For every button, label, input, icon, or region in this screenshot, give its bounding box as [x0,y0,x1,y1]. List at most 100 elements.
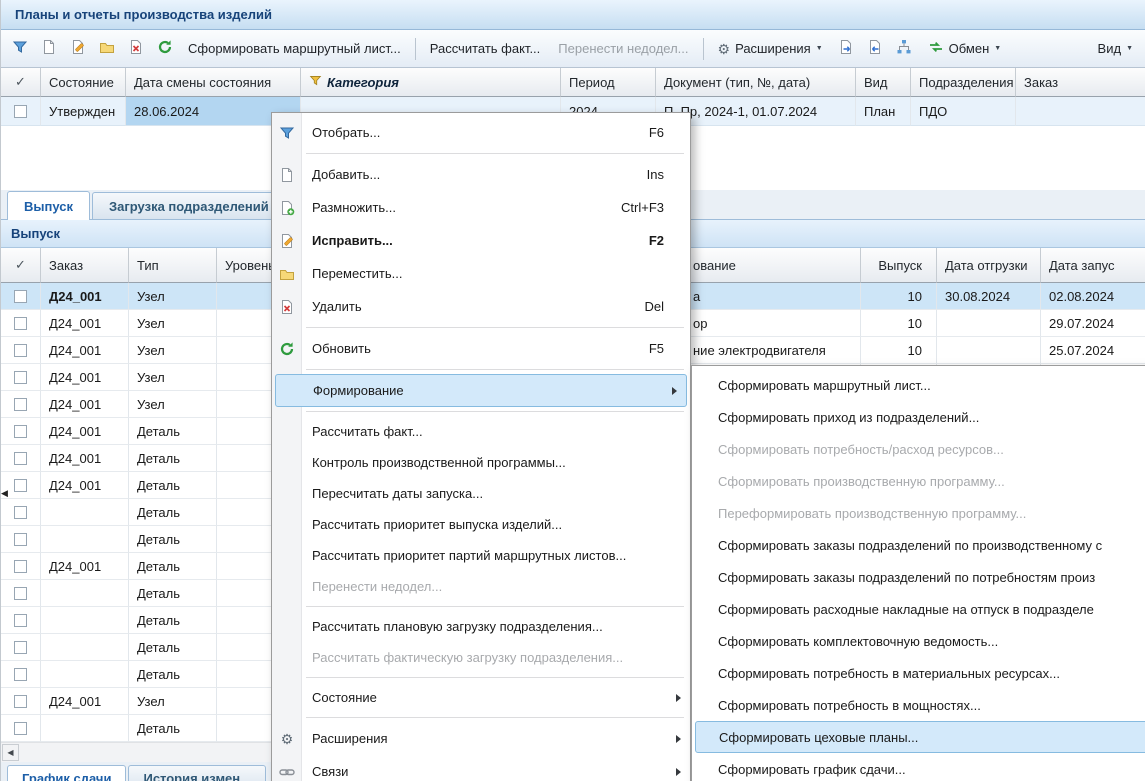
calc-fact-button[interactable]: Рассчитать факт... [422,36,549,62]
submenu-item-komplektovochnaya-vedomost[interactable]: Сформировать комплектовочную ведомость..… [692,625,1145,657]
delete-button[interactable] [122,36,149,62]
select-all-header[interactable]: ✓ [1,68,41,97]
row-checkbox[interactable] [14,587,27,600]
submenu-item-prihod-iz-podrazdeleniy[interactable]: Сформировать приход из подразделений... [692,401,1145,433]
cell-order: Д24_001 [41,310,129,337]
submenu-item-zakazy-po-potrebnostyam[interactable]: Сформировать заказы подразделений по пот… [692,561,1145,593]
refresh-button[interactable] [151,36,178,62]
menu-item-obnovit[interactable]: Обновить F5 [272,332,690,365]
row-checkbox[interactable] [14,695,27,708]
move-button[interactable] [93,36,120,62]
select-all-header[interactable]: ✓ [1,248,41,283]
row-checkbox[interactable] [14,290,27,303]
extensions-button[interactable]: ⚙ Расширения ▼ [710,36,831,62]
cell-order [41,499,129,526]
menu-item-dobavit[interactable]: Добавить... Ins [272,158,690,191]
menu-item-rasshireniya[interactable]: ⚙ Расширения [272,722,690,755]
menu-item-peremestit[interactable]: Переместить... [272,257,690,290]
row-checkbox[interactable] [14,105,27,118]
cell-order: Д24_001 [41,472,129,499]
menu-item-prioritet-partiy[interactable]: Рассчитать приоритет партий маршрутных л… [272,540,690,571]
cell-subdivisions: ПДО [911,97,1016,126]
tab-istoriya-izmeneniy[interactable]: История измен... [128,765,266,781]
column-header-type[interactable]: Тип [129,248,217,283]
submenu-item-potrebnost-v-materialnyh[interactable]: Сформировать потребность в материальных … [692,657,1145,689]
row-checkbox[interactable] [14,641,27,654]
menu-item-otobrat[interactable]: Отобрать... F6 [272,116,690,149]
row-checkbox[interactable] [14,344,27,357]
chevron-down-icon: ▼ [1126,45,1133,52]
column-header-kind[interactable]: Вид [856,68,911,97]
row-checkbox[interactable] [14,506,27,519]
row-checkbox[interactable] [14,452,27,465]
row-checkbox[interactable] [14,533,27,546]
row-checkbox[interactable] [14,560,27,573]
column-header-state-date[interactable]: Дата смены состояния [126,68,301,97]
menu-item-udalit[interactable]: Удалить Del [272,290,690,323]
menu-item-prioritet-vypuska[interactable]: Рассчитать приоритет выпуска изделий... [272,509,690,540]
menu-item-razmnozhit[interactable]: Размножить... Ctrl+F3 [272,191,690,224]
column-header-document[interactable]: Документ (тип, №, дата) [656,68,856,97]
clone-document-icon [279,200,295,216]
scroll-left-button[interactable]: ◀ [2,744,19,761]
edit-button[interactable] [64,36,91,62]
row-checkbox[interactable] [14,398,27,411]
column-header-ship-date[interactable]: Дата отгрузки [937,248,1041,283]
menu-item-fakticheskaya-zagruzka: Рассчитать фактическую загрузку подразде… [272,642,690,673]
row-checkbox[interactable] [14,425,27,438]
splitter-collapse-handle[interactable]: ◀ [1,486,8,500]
column-header-state[interactable]: Состояние [41,68,126,97]
column-header-period[interactable]: Период [561,68,656,97]
submenu-item-zakazy-po-proizvodstvennomu[interactable]: Сформировать заказы подразделений по про… [692,529,1145,561]
column-header-output[interactable]: Выпуск [861,248,937,283]
submenu-arrow-icon [676,735,681,743]
menu-separator [306,369,684,370]
cell-order [1016,97,1145,126]
export-button[interactable] [833,36,860,62]
submenu-item-rashodnye-nakladnye[interactable]: Сформировать расходные накладные на отпу… [692,593,1145,625]
column-header-launch-date[interactable]: Дата запус [1041,248,1145,283]
column-header-order[interactable]: Заказ [41,248,129,283]
submenu-item-grafik-sdachi[interactable]: Сформировать график сдачи... [692,753,1145,781]
row-checkbox[interactable] [14,668,27,681]
tab-vypusk[interactable]: Выпуск [7,191,90,220]
context-menu: Отобрать... F6 Добавить... Ins Размножит… [271,112,691,781]
menu-item-svyazi[interactable]: Связи [272,755,690,781]
import-button[interactable] [862,36,889,62]
menu-item-ispravit[interactable]: Исправить... F2 [272,224,690,257]
view-button[interactable]: Вид ▼ [1090,36,1141,62]
menu-item-rasschitat-fakt[interactable]: Рассчитать факт... [272,416,690,447]
submenu-item-potrebnost-v-moshchnostyah[interactable]: Сформировать потребность в мощностях... [692,689,1145,721]
link-icon [279,764,295,780]
column-header-subdivisions[interactable]: Подразделения [911,68,1016,97]
tab-grafik-sdachi[interactable]: График сдачи [7,765,126,781]
tab-zagruzka-podrazdeleniy[interactable]: Загрузка подразделений [92,192,286,219]
make-route-list-button[interactable]: Сформировать маршрутный лист... [180,36,409,62]
column-header-category[interactable]: Категория [301,68,561,97]
column-header-order[interactable]: Заказ [1016,68,1145,97]
filter-button[interactable] [6,36,33,62]
menu-item-formirovanie[interactable]: Формирование [275,374,687,407]
import-document-icon [867,39,883,58]
add-button[interactable] [35,36,62,62]
cell-order [41,607,129,634]
cell-launch-date: 02.08.2024 [1041,283,1145,310]
exchange-button[interactable]: Обмен ▼ [920,36,1010,62]
menu-item-planovaya-zagruzka[interactable]: Рассчитать плановую загрузку подразделен… [272,611,690,642]
menu-separator [306,606,684,607]
toolbar-separator [415,38,416,60]
submenu-arrow-icon [676,694,681,702]
plans-grid-header: ✓ Состояние Дата смены состояния Категор… [1,68,1145,97]
structure-button[interactable] [891,36,918,62]
row-checkbox[interactable] [14,371,27,384]
row-checkbox[interactable] [14,722,27,735]
menu-item-sostoyanie[interactable]: Состояние [272,682,690,713]
submenu-item-marshrutny-list[interactable]: Сформировать маршрутный лист... [692,369,1145,401]
submenu-item-tsehovye-plany[interactable]: Сформировать цеховые планы... [695,721,1145,753]
menu-item-kontrol-programmy[interactable]: Контроль производственной программы... [272,447,690,478]
menu-item-pereschitat-daty[interactable]: Пересчитать даты запуска... [272,478,690,509]
gear-icon: ⚙ [279,731,295,747]
row-checkbox[interactable] [14,317,27,330]
row-checkbox[interactable] [14,479,27,492]
row-checkbox[interactable] [14,614,27,627]
